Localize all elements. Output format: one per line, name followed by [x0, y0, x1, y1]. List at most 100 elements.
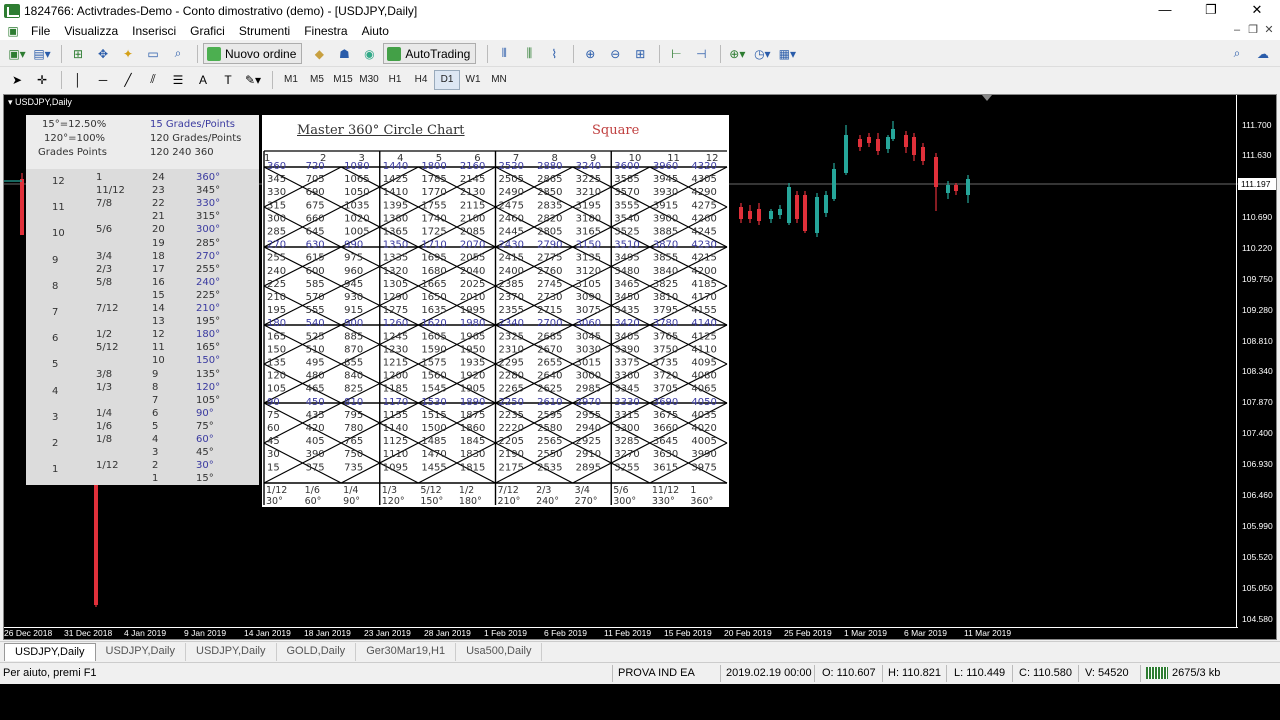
price-scale[interactable]: 111.700 111.630 111.197 110.690 110.220 109.7…	[1236, 95, 1276, 627]
chart-tab[interactable]: USDJPY,Daily	[186, 643, 277, 661]
gann-cell-value: 2640	[537, 371, 562, 382]
gann-row-fraction: 1/6	[96, 420, 113, 432]
gann-cell-value: 4170	[691, 292, 716, 303]
gann-cell-value: 4035	[691, 410, 716, 421]
terminal-icon[interactable]: ▭	[142, 44, 164, 64]
signals-icon[interactable]: ◉	[358, 44, 380, 64]
profiles-icon[interactable]: ▤▾	[31, 44, 53, 64]
tester-icon[interactable]: ⌕	[167, 44, 189, 64]
chart-window[interactable]: ▾ USDJPY,Daily 111.700 111.630 111.197 110.…	[3, 94, 1277, 640]
chat-icon[interactable]: ☁	[1252, 44, 1274, 64]
timeframe-w1[interactable]: W1	[460, 70, 486, 90]
navigator-icon[interactable]: ✦	[117, 44, 139, 64]
candlestick-icon[interactable]: ⫼	[518, 44, 540, 64]
menu-help[interactable]: Aiuto	[355, 24, 396, 38]
gann-cell-value: 2280	[499, 371, 524, 382]
data-window-icon[interactable]: ✥	[92, 44, 114, 64]
bar-chart-icon[interactable]: ⫴	[493, 44, 515, 64]
timeframe-h1[interactable]: H1	[382, 70, 408, 90]
gann-cell-value: 2940	[576, 423, 601, 434]
menu-view[interactable]: Visualizza	[57, 24, 125, 38]
fibonacci-icon[interactable]: ☰	[167, 70, 189, 90]
gann-cell-value: 3105	[576, 279, 601, 290]
gann-footer-degree: 30°	[266, 496, 283, 507]
status-separator	[1012, 665, 1013, 682]
gann-cell-value: 1245	[383, 331, 408, 342]
menu-insert[interactable]: Inserisci	[125, 24, 183, 38]
status-profile[interactable]: PROVA IND EA	[618, 667, 695, 679]
menu-file[interactable]: File	[24, 24, 57, 38]
community-icon[interactable]: ☗	[333, 44, 355, 64]
gann-cell-value: 3135	[576, 253, 601, 264]
timeframe-d1[interactable]: D1	[434, 69, 460, 90]
text-icon[interactable]: A	[192, 70, 214, 90]
gann-cell-value: 495	[306, 358, 325, 369]
market-watch-icon[interactable]: ⊞	[67, 44, 89, 64]
gann-cell-value: 2190	[499, 449, 524, 460]
line-chart-icon[interactable]: ⌇	[543, 44, 565, 64]
gann-cell-value: 2580	[537, 423, 562, 434]
shapes-icon[interactable]: ✎▾	[242, 70, 264, 90]
timeframe-mn[interactable]: MN	[486, 70, 512, 90]
gann-row-degree: 90°	[196, 407, 214, 419]
periods-icon[interactable]: ◷▾	[751, 44, 773, 64]
timeframe-m1[interactable]: M1	[278, 70, 304, 90]
horizontal-line-icon[interactable]: ─	[92, 70, 114, 90]
time-scale[interactable]: 26 Dec 2018 31 Dec 2018 4 Jan 2019 9 Jan 20…	[4, 627, 1238, 641]
channel-icon[interactable]: ⫽	[142, 70, 164, 90]
zoom-out-icon[interactable]: ⊖	[604, 44, 626, 64]
cursor-icon[interactable]: ➤	[6, 70, 28, 90]
tile-windows-icon[interactable]: ⊞	[629, 44, 651, 64]
trendline-icon[interactable]: ╱	[117, 70, 139, 90]
timeframe-m30[interactable]: M30	[356, 70, 382, 90]
gann-cell-value: 1935	[460, 358, 485, 369]
gann-cell-value: 1680	[421, 266, 446, 277]
gann-cell-value: 2265	[499, 384, 524, 395]
gann-cell-value: 450	[306, 397, 325, 408]
timeframe-h4[interactable]: H4	[408, 70, 434, 90]
vertical-line-icon[interactable]: │	[67, 70, 89, 90]
crosshair-icon[interactable]: ✛	[31, 70, 53, 90]
chart-tab[interactable]: USDJPY,Daily	[96, 643, 186, 661]
templates-icon[interactable]: ▦▾	[776, 44, 798, 64]
indicators-icon[interactable]: ⊕▾	[726, 44, 748, 64]
gann-cell-value: 2070	[460, 240, 485, 251]
zoom-in-icon[interactable]: ⊕	[579, 44, 601, 64]
search-icon[interactable]: ⌕	[1226, 44, 1248, 64]
autotrading-button[interactable]: AutoTrading	[383, 43, 477, 64]
gann-col-header: 12	[705, 153, 719, 164]
connection-bars-icon	[1146, 667, 1168, 679]
gann-cell-value: 1545	[421, 384, 446, 395]
gann-cell-value: 3285	[614, 436, 639, 447]
gann-cell-value: 1800	[421, 161, 446, 172]
status-close: C: 110.580	[1019, 667, 1073, 679]
gann-header-text: 15 Grades/Points	[150, 119, 236, 130]
mdi-close-icon[interactable]: ✕	[1260, 22, 1278, 39]
gann-cell-value: 1755	[421, 200, 446, 211]
close-button[interactable]: ✕	[1234, 0, 1280, 21]
minimize-button[interactable]: —	[1142, 0, 1188, 21]
gann-cell-value: 3195	[576, 200, 601, 211]
menu-window[interactable]: Finestra	[297, 24, 354, 38]
chart-tab[interactable]: Ger30Mar19,H1	[356, 643, 457, 661]
chart-tab[interactable]: GOLD,Daily	[277, 643, 357, 661]
menu-tools[interactable]: Strumenti	[232, 24, 297, 38]
chart-tab[interactable]: Usa500,Daily	[456, 643, 543, 661]
gann-cell-value: 2310	[499, 344, 524, 355]
autoscroll-icon[interactable]: ⊢	[665, 44, 687, 64]
timeframe-m5[interactable]: M5	[304, 70, 330, 90]
text-label-icon[interactable]: T	[217, 70, 239, 90]
gann-cell-value: 3090	[576, 292, 601, 303]
timeframe-m15[interactable]: M15	[330, 70, 356, 90]
metaeditor-icon[interactable]: ◆	[308, 44, 330, 64]
chart-tab[interactable]: USDJPY,Daily	[4, 643, 96, 661]
maximize-button[interactable]: ❐	[1188, 0, 1234, 21]
gann-cell-value: 3480	[614, 266, 639, 277]
new-order-button[interactable]: Nuovo ordine	[203, 43, 303, 64]
menu-charts[interactable]: Grafici	[183, 24, 232, 38]
new-chart-icon[interactable]: ▣▾	[6, 44, 28, 64]
gann-cell-value: 3435	[614, 305, 639, 316]
gann-cell-value: 1365	[383, 227, 408, 238]
gann-row-fraction: 5/12	[96, 342, 119, 354]
chart-shift-icon[interactable]: ⊣	[690, 44, 712, 64]
